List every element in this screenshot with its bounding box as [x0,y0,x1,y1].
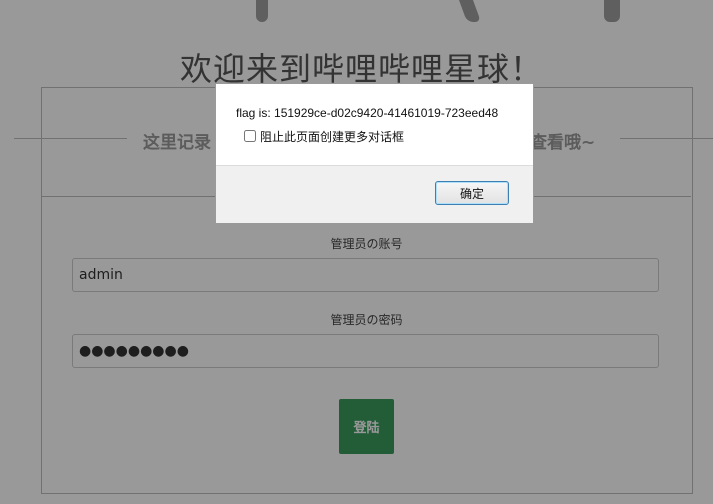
alert-message: flag is: 151929ce-d02c9420-41461019-723e… [236,106,499,120]
prevent-dialogs-label[interactable]: 阻止此页面创建更多对话框 [260,128,404,145]
prevent-dialogs-checkbox[interactable] [244,130,256,142]
dialog-footer: 确定 [216,165,533,223]
modal-overlay [0,0,713,504]
ok-button[interactable]: 确定 [435,181,509,205]
alert-dialog: flag is: 151929ce-d02c9420-41461019-723e… [215,83,534,223]
